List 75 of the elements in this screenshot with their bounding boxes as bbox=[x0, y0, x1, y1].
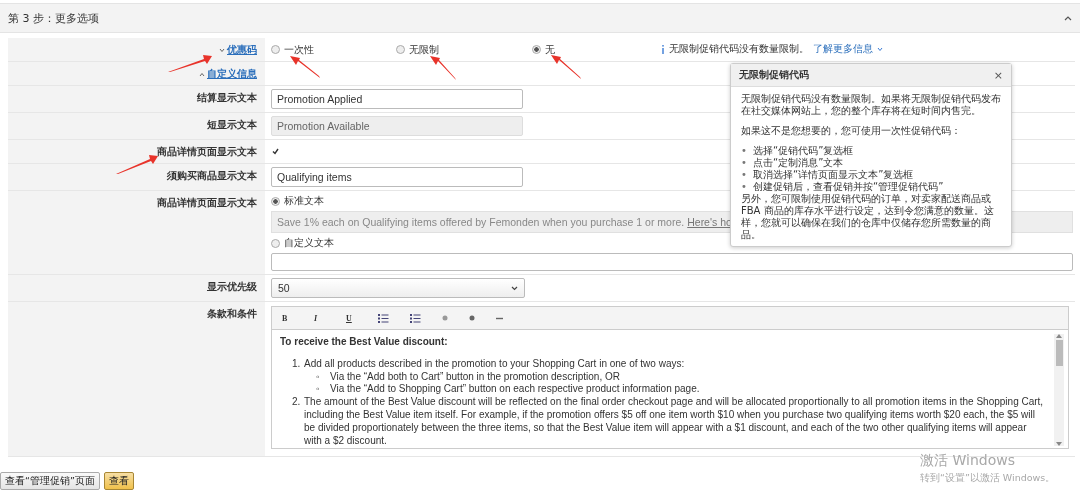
field-label: 结算显示文本 bbox=[197, 91, 257, 105]
activation-text: 转到“设置”以激活 Windows。 bbox=[920, 472, 1056, 485]
input-field[interactable] bbox=[271, 253, 1073, 271]
scroll-up-icon[interactable] bbox=[1056, 334, 1062, 338]
popover-step: 创建促销后，查看促销并按“管理促销代码” bbox=[753, 181, 944, 193]
dot-icon[interactable] bbox=[469, 315, 475, 321]
field-label: 显示优先级 bbox=[207, 280, 257, 294]
list-number: 1. bbox=[292, 357, 302, 371]
footer-button[interactable]: 查看“管理促销”页面 bbox=[0, 472, 100, 490]
input-field[interactable]: Qualifying items bbox=[271, 167, 523, 187]
popover-step: 点击“定制消息”文本 bbox=[753, 157, 844, 169]
field-label: 商品详情页面显示文本 bbox=[157, 145, 257, 159]
list-bullet: ◦ bbox=[316, 370, 321, 384]
annotation-arrow bbox=[551, 55, 581, 79]
popover-title: 无限制促销代码 bbox=[739, 68, 809, 82]
dash-icon[interactable] bbox=[496, 316, 503, 320]
rich-text-editor[interactable] bbox=[271, 306, 1069, 449]
caret-icon bbox=[199, 71, 205, 77]
footer-button[interactable]: 查看 bbox=[103, 472, 134, 490]
radio-label: 无 bbox=[545, 42, 555, 57]
list-bullet: • bbox=[741, 169, 748, 181]
popover-paragraph: 如果这不是您想要的，您可使用一次性促销代码： bbox=[741, 125, 962, 137]
list-item-text: Via the “Add to Shopping Cart” button on each respective product information page. bbox=[330, 383, 700, 397]
annotation-arrow bbox=[430, 56, 456, 80]
dot-icon[interactable] bbox=[442, 315, 448, 321]
popover-paragraph: 无限制促销代码没有数量限制。如果将无限制促销代码发布在社交媒体网站上，您的整个库存将在短时间内售完。 bbox=[741, 93, 1001, 117]
custom-info-toggle[interactable]: 自定义信息 bbox=[199, 67, 257, 81]
popover-step: 取消选择“详情页面显示文本”复选框 bbox=[753, 169, 914, 181]
radio-button[interactable] bbox=[271, 45, 280, 54]
scroll-down-icon[interactable] bbox=[1056, 442, 1062, 446]
activation-title: 激活 Windows bbox=[920, 452, 1016, 470]
radio-button[interactable] bbox=[271, 238, 280, 248]
caret-icon bbox=[219, 47, 225, 53]
checkbox[interactable] bbox=[271, 147, 279, 156]
radio-label: 无限制 bbox=[409, 42, 439, 57]
section-title: 第 3 步：更多选项 bbox=[8, 10, 99, 26]
annotation-arrow bbox=[116, 154, 158, 174]
radio-button[interactable] bbox=[271, 196, 280, 206]
terms-heading: To receive the Best Value discount: bbox=[280, 336, 449, 349]
scrollbar[interactable] bbox=[1054, 334, 1064, 446]
list-bullet: ◦ bbox=[316, 383, 321, 397]
list-item-text: The amount of the Best Value discount will be reflected on the final order checkout page and will be allocated proportionally to all promotion items in the Shopping Cart, including the Best Value item itself. For example, if the promotion offers $5 off one item worth $10 when you purchase two qualifying items worth $20 each, the $5 will be divided proportionately between the three items, so that the Best Value item will appear with a $1 discount, and each of the two other qualifying items will appear with a $2 discount. bbox=[304, 396, 1045, 448]
chevron-icon bbox=[511, 285, 518, 291]
collapse-icon[interactable] bbox=[1064, 15, 1072, 21]
list-number: 2. bbox=[292, 396, 302, 410]
field-label: 须购买商品显示文本 bbox=[167, 169, 257, 183]
list-icon[interactable] bbox=[410, 313, 421, 323]
list-item-text: Via the “Add both to Cart” button in the promotion description, OR bbox=[330, 370, 620, 384]
list-icon[interactable] bbox=[378, 313, 389, 323]
radio-label: 一次性 bbox=[284, 42, 314, 57]
radio-label: 自定义文本 bbox=[284, 236, 334, 250]
priority-dropdown[interactable]: 50 bbox=[271, 278, 525, 298]
radio-label: 标准文本 bbox=[284, 194, 324, 208]
field-label: 商品详情页面显示文本 bbox=[157, 196, 257, 210]
coupon-toggle[interactable]: 优惠码 bbox=[219, 43, 257, 57]
toolbar-button[interactable]: U bbox=[346, 313, 378, 323]
scrollbar-thumb[interactable] bbox=[1055, 340, 1063, 366]
radio-button[interactable] bbox=[396, 45, 405, 54]
list-bullet: • bbox=[741, 181, 748, 193]
input-field[interactable]: Promotion Applied bbox=[271, 89, 523, 109]
list-item-text: Add all products described in the promotion to your Shopping Cart in one of two ways: bbox=[304, 357, 685, 371]
field-label: 短显示文本 bbox=[207, 118, 257, 132]
caret-icon bbox=[877, 47, 883, 52]
info-text: 无限制促销代码没有数量限制。 bbox=[669, 43, 809, 56]
popover-step: 选择“促销代码”复选框 bbox=[753, 145, 854, 157]
annotation-arrow bbox=[290, 56, 320, 78]
radio-button[interactable] bbox=[532, 45, 541, 54]
list-bullet: • bbox=[741, 157, 748, 169]
toolbar-button[interactable]: B bbox=[282, 313, 314, 323]
field-label: 条款和条件 bbox=[207, 307, 257, 321]
close-button[interactable]: × bbox=[993, 68, 1003, 82]
toolbar-button[interactable]: I bbox=[314, 313, 346, 323]
learn-more-link[interactable]: 了解更多信息 bbox=[813, 43, 873, 56]
list-bullet: • bbox=[741, 145, 748, 157]
info-icon bbox=[661, 45, 665, 54]
